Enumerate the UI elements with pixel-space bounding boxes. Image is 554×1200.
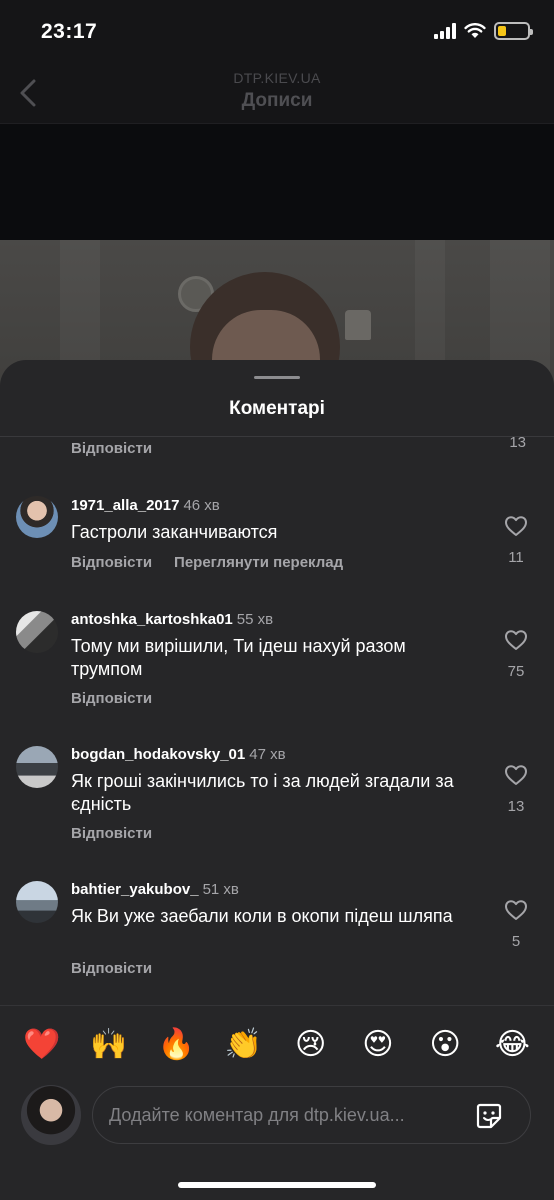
reply-button[interactable]: Відповісти (71, 440, 152, 457)
avatar[interactable] (16, 611, 58, 653)
emoji-raised-hands[interactable]: 🙌 (85, 1027, 133, 1062)
comment-meta: 1971_alla_2017 46 хв (71, 497, 220, 514)
comment-text: Як гроші закінчились то і за людей згада… (71, 771, 454, 814)
comment-actions: Відповісти (71, 960, 152, 977)
avatar[interactable] (16, 746, 58, 788)
account-name[interactable]: DTP.KIEV.UA (0, 70, 554, 86)
post-media-top (0, 125, 554, 240)
lamp (345, 310, 371, 340)
see-translation-button[interactable]: Переглянути переклад (174, 554, 343, 571)
comment-username[interactable]: 1971_alla_2017 (71, 497, 179, 514)
battery-level (498, 26, 506, 36)
sheet-grabber[interactable] (254, 376, 300, 379)
like-count: 13 (507, 798, 525, 815)
comment-text: Гастроли заканчиваются (71, 522, 278, 542)
comment-text: Тому ми вирішили, Ти ідеш нахуй разом тр… (71, 636, 406, 679)
reply-button[interactable]: Відповісти (71, 825, 152, 842)
emoji-surprised[interactable]: 😮 (421, 1027, 469, 1062)
battery-icon (494, 22, 533, 40)
reply-button[interactable]: Відповісти (71, 554, 152, 571)
emoji-reaction-bar: ❤️ 🙌 🔥 👏 😢 😍 😮 😂 (0, 1005, 554, 1083)
cellular-signal-icon (434, 23, 456, 39)
sheet-title: Коментарі (229, 398, 325, 419)
comment-meta: antoshka_kartoshka01 55 хв (71, 611, 273, 628)
comment-actions: Відповісти (71, 825, 152, 842)
comment-composer (0, 1083, 554, 1200)
comment-meta: bogdan_hodakovsky_01 47 хв (71, 746, 286, 763)
status-icons (434, 22, 533, 40)
avatar[interactable] (16, 881, 58, 923)
wifi-icon (464, 23, 486, 38)
heart-outline-icon[interactable] (504, 515, 528, 537)
comment-time: 55 хв (236, 611, 274, 628)
heart-outline-icon[interactable] (504, 629, 528, 651)
like-count: 11 (508, 549, 524, 566)
comment-time: 47 хв (249, 746, 286, 763)
divider (0, 436, 554, 437)
status-time: 23:17 (41, 20, 98, 43)
post-header: DTP.KIEV.UA Дописи (0, 62, 554, 124)
status-bar: 23:17 (0, 0, 554, 62)
comment-input[interactable] (109, 1087, 469, 1143)
like-count: 5 (511, 933, 521, 950)
avatar[interactable] (16, 496, 58, 538)
like-count: 13 (509, 434, 526, 451)
reply-button[interactable]: Відповісти (71, 960, 152, 977)
emoji-laughing[interactable]: 😂 (488, 1027, 536, 1062)
comment-actions: Відповісти (71, 690, 152, 707)
emoji-crying[interactable]: 😢 (287, 1027, 335, 1062)
emoji-fire[interactable]: 🔥 (152, 1027, 200, 1062)
comment-time: 46 хв (183, 497, 220, 514)
heart-outline-icon[interactable] (504, 764, 528, 786)
heart-outline-icon[interactable] (504, 899, 528, 921)
emoji-heart-eyes[interactable]: 😍 (354, 1027, 402, 1062)
emoji-heart[interactable]: ❤️ (18, 1027, 66, 1062)
comment-actions: Відповісти Переглянути переклад (71, 554, 343, 571)
page-title: Дописи (241, 90, 313, 111)
home-indicator (178, 1182, 376, 1188)
comment-username[interactable]: antoshka_kartoshka01 (71, 611, 233, 628)
comment-username[interactable]: bahtier_yakubov_ (71, 881, 199, 898)
like-count: 75 (507, 663, 525, 680)
comment-text: Як Ви уже заебали коли в окопи підеш шля… (71, 906, 453, 926)
comment-time: 51 хв (202, 881, 239, 898)
reply-button[interactable]: Відповісти (71, 690, 152, 707)
user-avatar (21, 1085, 81, 1145)
comment-field (92, 1086, 531, 1144)
emoji-clapping[interactable]: 👏 (219, 1027, 267, 1062)
sticker-icon[interactable] (474, 1101, 504, 1131)
comment-meta: bahtier_yakubov_ 51 хв (71, 881, 239, 898)
comment-username[interactable]: bogdan_hodakovsky_01 (71, 746, 245, 763)
